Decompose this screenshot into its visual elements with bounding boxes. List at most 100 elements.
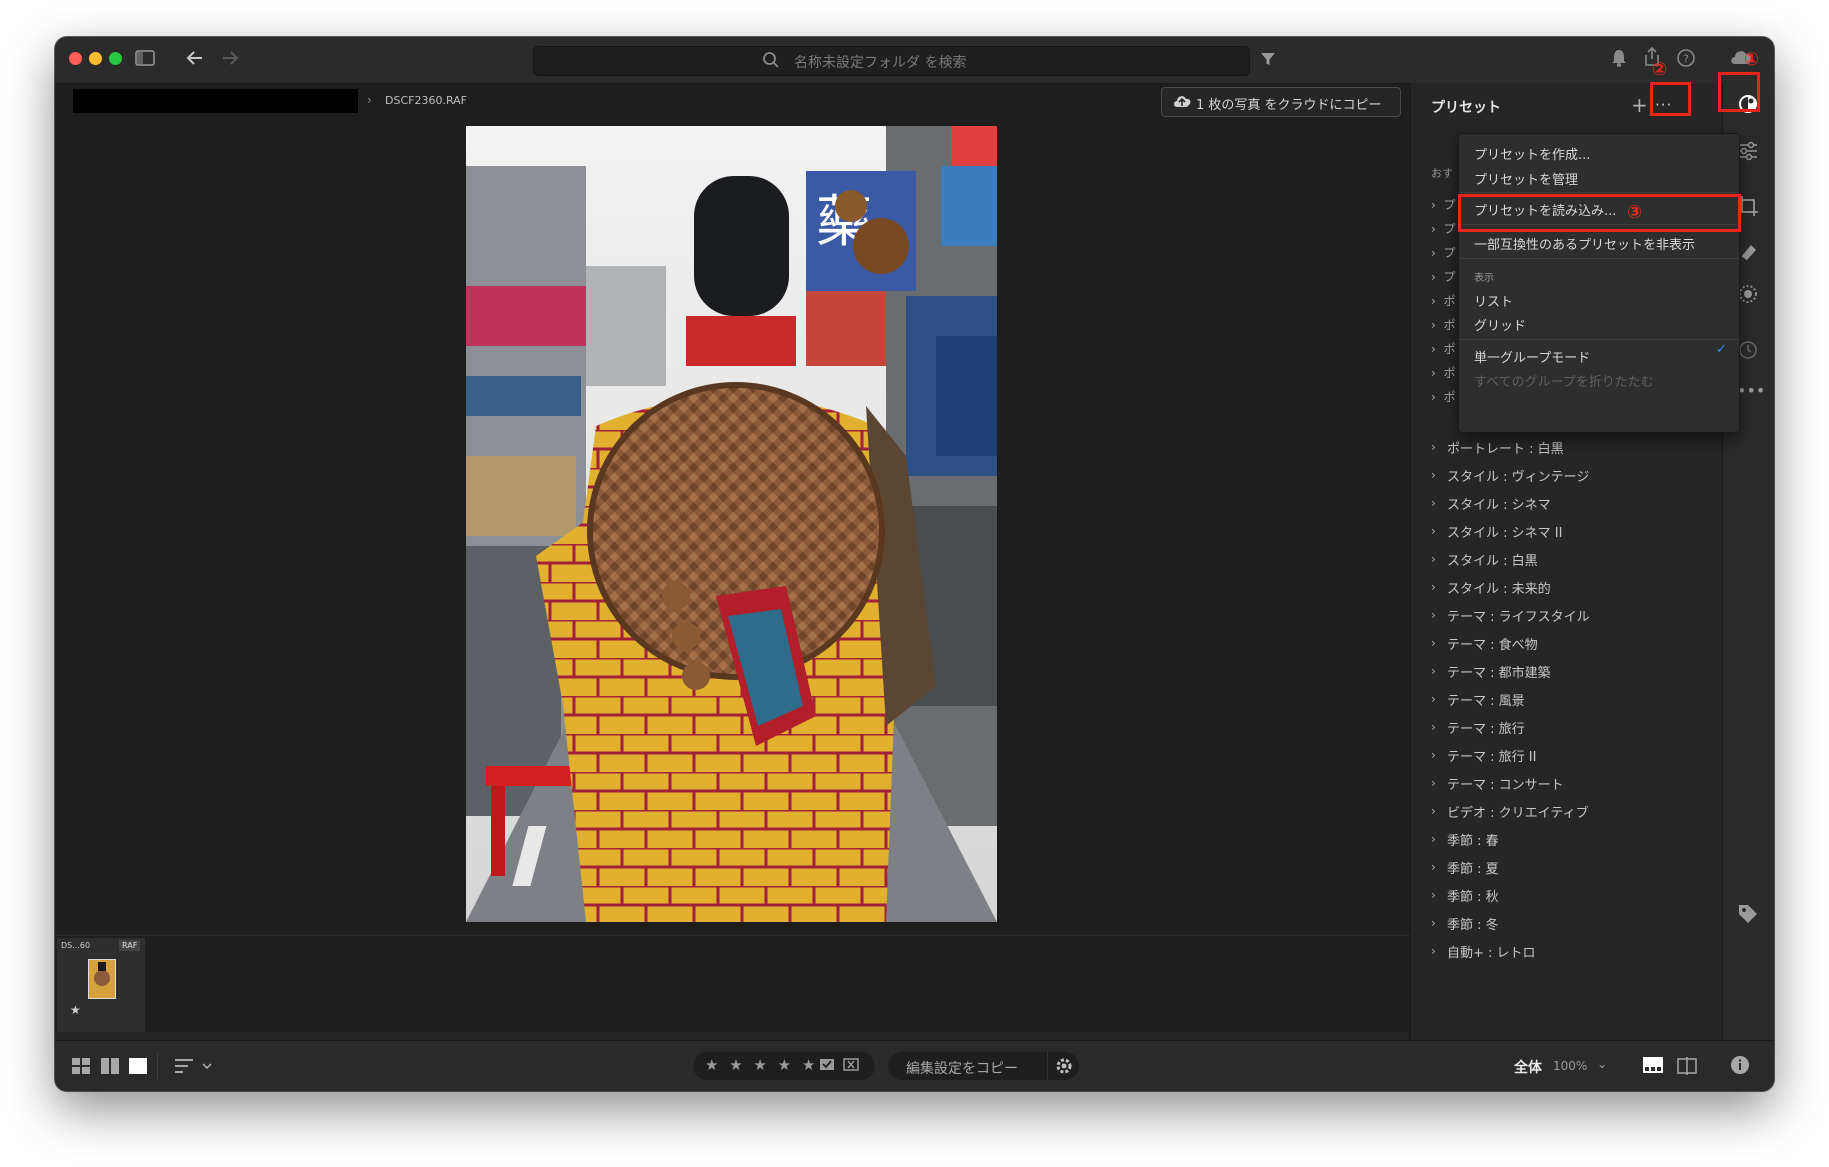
help-icon[interactable]: ? (1676, 48, 1696, 72)
bell-icon[interactable] (1610, 48, 1628, 72)
preset-group-cinema-2[interactable]: › スタイル : シネマ II (1431, 517, 1590, 545)
checkmark-icon: ✓ (1716, 342, 1727, 357)
preset-group-cinema[interactable]: › スタイル : シネマ (1431, 489, 1590, 517)
preset-group-summer[interactable]: › 季節 : 夏 (1431, 853, 1590, 881)
chevron-right-icon: › (1431, 692, 1436, 706)
sidebar-toggle-icon[interactable] (135, 49, 155, 71)
collapsed-group-rows: › プ › プ › プ › プ › ポ › ポ › ポ › ポ › ポ (1431, 196, 1455, 412)
search-bar[interactable]: 名称未設定フォルダ を検索 (533, 46, 1250, 76)
preset-group-landscape[interactable]: › テーマ : 風景 (1431, 685, 1590, 713)
menu-header-display: 表示 (1474, 273, 1494, 284)
add-preset-icon[interactable]: + (1631, 93, 1648, 117)
copy-settings-options[interactable] (1047, 1052, 1079, 1080)
preset-group-row[interactable]: › ポ (1431, 340, 1455, 364)
chevron-down-icon[interactable]: ⌄ (1597, 1057, 1607, 1071)
tag-icon[interactable] (1737, 903, 1759, 930)
highlight-presets-icon (1718, 72, 1760, 112)
preset-group-urban[interactable]: › テーマ : 都市建築 (1431, 657, 1590, 685)
annotation-step-2: ② (1652, 59, 1668, 80)
flag-pick-icon[interactable] (819, 1058, 835, 1078)
preset-group-vintage[interactable]: › スタイル : ヴィンテージ (1431, 461, 1590, 489)
cloud-upload-icon (1172, 92, 1192, 114)
filmstrip-scrollbar[interactable] (55, 1032, 1408, 1040)
filter-icon[interactable] (1260, 49, 1276, 71)
chevron-right-icon: › (1431, 496, 1436, 510)
menu-item-create-preset[interactable]: プリセットを作成... (1474, 144, 1590, 163)
forward-arrow-icon[interactable] (220, 48, 240, 72)
menu-separator (1459, 192, 1739, 193)
preset-group-row[interactable]: › プ (1431, 220, 1455, 244)
gear-icon (1055, 1057, 1073, 1079)
preset-group-futuristic[interactable]: › スタイル : 未来的 (1431, 573, 1590, 601)
minimize-window-button[interactable] (89, 52, 102, 65)
copy-settings-label: 編集設定をコピー (906, 1061, 1018, 1077)
preset-group-row[interactable]: › ポ (1431, 292, 1455, 316)
edit-sliders-icon[interactable] (1737, 141, 1759, 166)
single-view-icon[interactable] (129, 1058, 147, 1078)
flag-reject-icon[interactable] (843, 1058, 859, 1078)
preset-group-row[interactable]: › プ (1431, 244, 1455, 268)
preset-group-row[interactable]: › プ (1431, 196, 1455, 220)
rating-flag-bar: ★ ★ ★ ★ ★ (693, 1052, 875, 1080)
sort-icon[interactable] (175, 1058, 213, 1078)
more-tools-icon[interactable]: ••• (1737, 381, 1765, 400)
search-icon (762, 51, 780, 73)
preset-group-spring[interactable]: › 季節 : 春 (1431, 825, 1590, 853)
preset-group-style-bw[interactable]: › スタイル : 白黒 (1431, 545, 1590, 573)
recommended-tab-label[interactable]: おす (1431, 165, 1453, 181)
chevron-right-icon: › (1431, 608, 1436, 622)
preset-group-portrait-bw[interactable]: › ポートレート : 白黒 (1431, 433, 1590, 461)
preset-group-concert[interactable]: › テーマ : コンサート (1431, 769, 1590, 797)
svg-text:?: ? (1683, 53, 1689, 66)
chevron-right-icon: › (1431, 832, 1436, 846)
divider (157, 1053, 158, 1079)
preset-group-row[interactable]: › ポ (1431, 388, 1455, 412)
menu-item-list[interactable]: リスト (1474, 291, 1513, 310)
main-photo: 藥 (466, 126, 997, 922)
chevron-right-icon: › (1431, 636, 1436, 650)
highlight-more-button (1650, 82, 1691, 116)
info-icon[interactable] (1730, 1055, 1750, 1079)
masking-icon[interactable] (1737, 283, 1759, 310)
preset-group-autumn[interactable]: › 季節 : 秋 (1431, 881, 1590, 909)
grid-view-icon[interactable] (72, 1058, 90, 1078)
annotation-step-3: ③ (1627, 202, 1643, 223)
copy-to-cloud-button[interactable]: 1 枚の写真 をクラウドにコピー (1161, 87, 1401, 117)
chevron-right-icon: › (1431, 552, 1436, 566)
preset-group-video-creative[interactable]: › ビデオ : クリエイティブ (1431, 797, 1590, 825)
healing-brush-icon[interactable] (1737, 241, 1759, 268)
filmstrip: DS...60 RAF ★ (55, 935, 1410, 1034)
thumb-format-badge: RAF (119, 940, 141, 951)
preset-group-lifestyle[interactable]: › テーマ : ライフスタイル (1431, 601, 1590, 629)
preset-group-auto-retro[interactable]: › 自動+ : レトロ (1431, 937, 1590, 965)
thumb-star-icon[interactable]: ★ (70, 1003, 81, 1017)
back-arrow-icon[interactable] (185, 48, 205, 72)
preset-group-winter[interactable]: › 季節 : 冬 (1431, 909, 1590, 937)
preset-group-travel[interactable]: › テーマ : 旅行 (1431, 713, 1590, 741)
menu-item-hide-partial[interactable]: 一部互換性のあるプリセットを非表示 (1474, 234, 1695, 253)
zoom-fit-label[interactable]: 全体 (1514, 1057, 1542, 1077)
menu-item-grid[interactable]: グリッド (1474, 315, 1526, 334)
presets-options-menu: プリセットを作成... プリセットを管理 プリセットを読み込み... 一部互換性… (1458, 133, 1740, 433)
zoom-value[interactable]: 100% (1553, 1059, 1587, 1073)
history-icon[interactable] (1737, 339, 1759, 366)
menu-item-manage-presets[interactable]: プリセットを管理 (1474, 169, 1578, 188)
filmstrip-thumbnail[interactable]: DS...60 RAF ★ (57, 938, 145, 1032)
menu-item-single-group[interactable]: 単一グループモード (1474, 347, 1590, 366)
highlight-import-item (1458, 194, 1741, 232)
chevron-right-icon: › (1431, 720, 1436, 734)
menu-item-collapse-all: すべてのグループを折りたたむ (1474, 375, 1654, 390)
star-rating[interactable]: ★ ★ ★ ★ ★ (705, 1056, 818, 1074)
preset-group-travel-2[interactable]: › テーマ : 旅行 II (1431, 741, 1590, 769)
preset-group-food[interactable]: › テーマ : 食べ物 (1431, 629, 1590, 657)
chevron-right-icon: › (1431, 916, 1436, 930)
preset-group-row[interactable]: › ポ (1431, 316, 1455, 340)
titlebar: 名称未設定フォルダ を検索 ? (55, 37, 1774, 84)
before-after-icon[interactable] (1677, 1057, 1697, 1079)
close-window-button[interactable] (69, 52, 82, 65)
zoom-window-button[interactable] (109, 52, 122, 65)
preset-group-row[interactable]: › ポ (1431, 364, 1455, 388)
filmstrip-toggle-icon[interactable] (1643, 1057, 1663, 1077)
preset-group-row[interactable]: › プ (1431, 268, 1455, 292)
compare-view-icon[interactable] (101, 1058, 119, 1078)
